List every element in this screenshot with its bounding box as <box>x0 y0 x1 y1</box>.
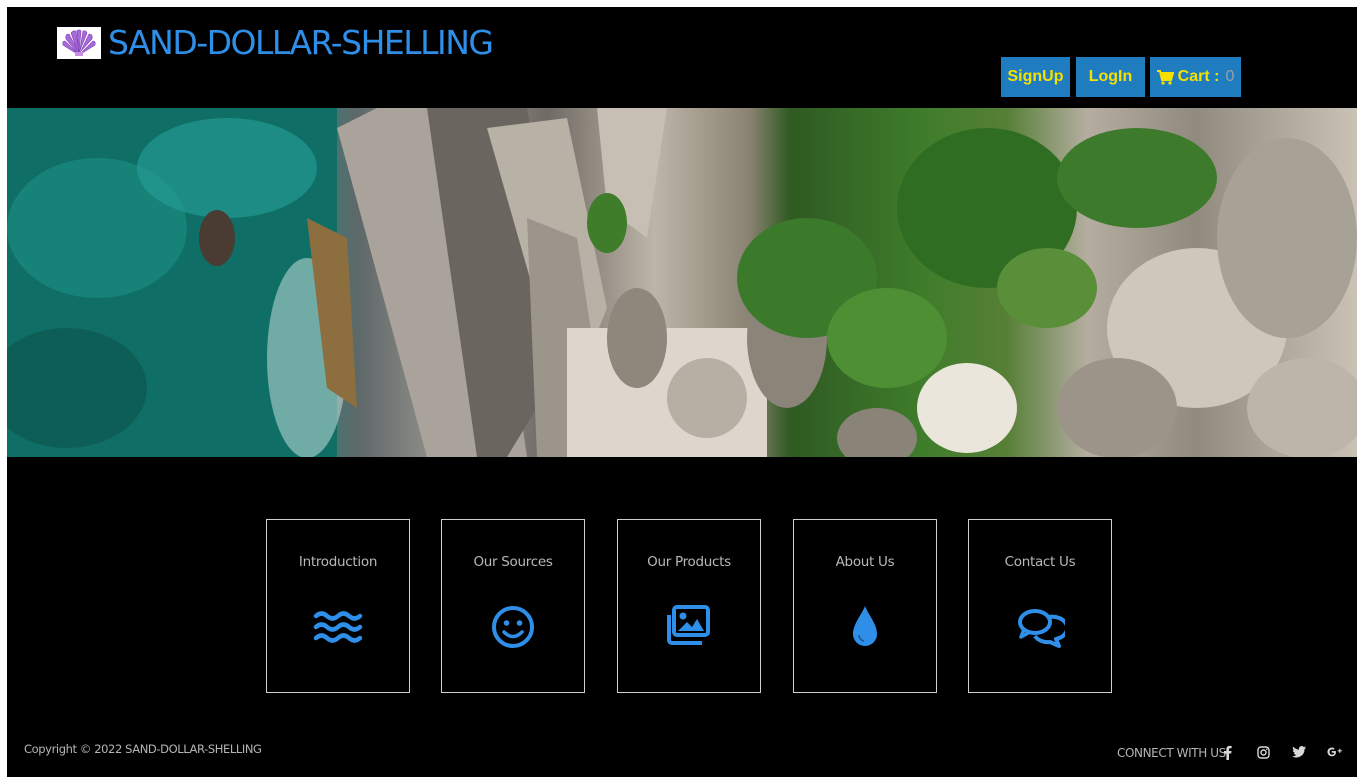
signup-button[interactable]: SignUp <box>1001 57 1070 97</box>
twitter-icon[interactable] <box>1289 742 1309 762</box>
hero-image <box>7 108 1357 457</box>
facebook-icon[interactable] <box>1217 742 1237 762</box>
page: SAND-DOLLAR-SHELLING SignUp LogIn Cart :… <box>7 7 1357 777</box>
comments-icon <box>1018 609 1065 648</box>
images-icon <box>667 605 710 645</box>
instagram-icon[interactable] <box>1253 742 1273 762</box>
smile-icon <box>492 606 534 648</box>
card-contact-us[interactable]: Contact Us <box>968 519 1112 693</box>
card-introduction[interactable]: Introduction <box>266 519 410 693</box>
water-waves-icon <box>313 611 363 643</box>
aerial-beach-rocks-photo <box>7 108 1357 457</box>
shell-icon[interactable] <box>57 27 101 59</box>
copyright-text: Copyright © 2022 SAND-DOLLAR-SHELLING <box>24 742 262 756</box>
google-plus-icon[interactable] <box>1325 742 1345 762</box>
droplet-icon <box>853 606 877 646</box>
card-label: Our Sources <box>473 554 553 570</box>
site-title[interactable]: SAND-DOLLAR-SHELLING <box>108 23 494 62</box>
cart-count: 0 <box>1225 68 1235 85</box>
card-label: Introduction <box>298 554 378 570</box>
cart-label: Cart : <box>1177 68 1220 85</box>
cart-icon <box>1156 69 1174 85</box>
login-button[interactable]: LogIn <box>1076 57 1145 97</box>
card-about-us[interactable]: About Us <box>793 519 937 693</box>
login-label: LogIn <box>1088 68 1133 85</box>
card-label: About Us <box>835 554 895 570</box>
signup-label: SignUp <box>1007 68 1064 85</box>
site-header: SAND-DOLLAR-SHELLING SignUp LogIn Cart :… <box>7 7 1357 108</box>
card-our-products[interactable]: Our Products <box>617 519 761 693</box>
card-our-sources[interactable]: Our Sources <box>441 519 585 693</box>
connect-label: CONNECT WITH US <box>1117 746 1226 760</box>
card-label: Contact Us <box>1004 554 1076 570</box>
cart-button[interactable]: Cart : 0 <box>1150 57 1241 97</box>
card-label: Our Products <box>647 554 731 570</box>
